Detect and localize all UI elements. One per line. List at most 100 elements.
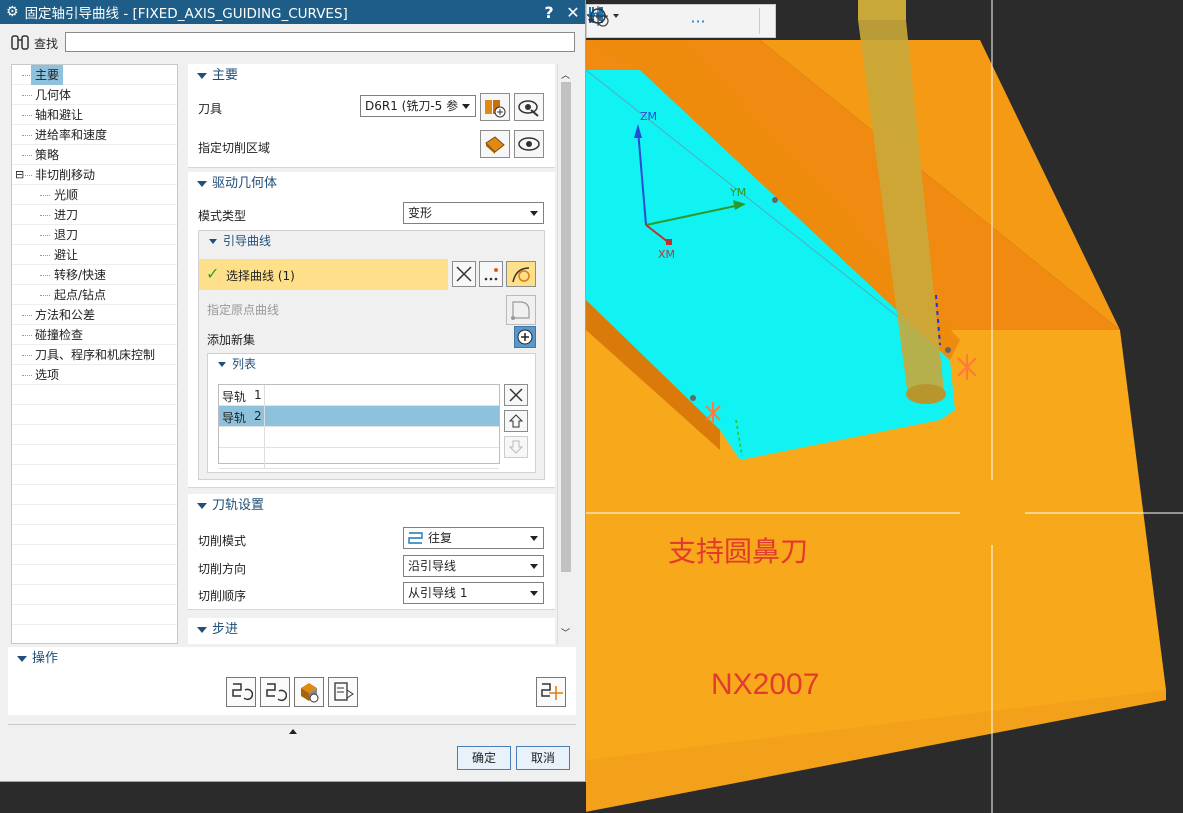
- edit-tool-button[interactable]: [514, 93, 544, 121]
- cancel-button[interactable]: 取消: [516, 746, 570, 770]
- tree-item-label: 选项: [35, 368, 60, 382]
- new-tool-button[interactable]: [480, 93, 510, 121]
- reverse-direction-icon: [456, 266, 472, 282]
- help-button[interactable]: ?: [537, 3, 561, 22]
- section-drive-header[interactable]: 驱动几何体: [188, 172, 555, 196]
- list-header[interactable]: 列表: [208, 354, 535, 374]
- section-operations: 操作: [8, 647, 576, 715]
- tree-empty-row: [12, 545, 177, 565]
- tree-connector: [40, 215, 50, 217]
- generate-icon: [232, 683, 253, 701]
- tree-item[interactable]: 退刀: [12, 225, 177, 245]
- cut-direction-label: 切削方向: [198, 562, 247, 576]
- reverse-direction-button[interactable]: [452, 261, 476, 287]
- tree-item[interactable]: 进给率和速度: [12, 125, 177, 145]
- cut-mode-select[interactable]: 往复: [403, 527, 544, 549]
- close-button[interactable]: ✕: [561, 3, 585, 22]
- check-icon: ✓: [206, 264, 220, 283]
- collapse-up-icon: [289, 729, 297, 734]
- list-output-icon: [334, 682, 354, 701]
- tree-item-label: 转移/快速: [54, 268, 107, 282]
- tree-item-label: 刀具、程序和机床控制: [35, 348, 156, 362]
- list-output-button[interactable]: [328, 677, 358, 707]
- table-row[interactable]: [219, 448, 499, 469]
- specify-cut-area-button[interactable]: [480, 130, 510, 158]
- tree-item[interactable]: 几何体: [12, 85, 177, 105]
- tree-item-label: 碰撞检查: [35, 328, 84, 342]
- tree-empty-row: [12, 405, 177, 425]
- tree-item[interactable]: 转移/快速: [12, 265, 177, 285]
- tree-item[interactable]: 避让: [12, 245, 177, 265]
- move-up-button[interactable]: [504, 410, 528, 432]
- move-down-button[interactable]: [504, 436, 528, 458]
- origin-curve-icon: [511, 301, 530, 320]
- section-stepover: 步进: [188, 618, 555, 644]
- show-cut-area-button[interactable]: [514, 130, 544, 158]
- tree-item[interactable]: ⊟ 非切削移动: [12, 165, 177, 185]
- tree-item[interactable]: 起点/钻点: [12, 285, 177, 305]
- tree-item-label: 方法和公差: [35, 308, 96, 322]
- new-tool-icon: [485, 100, 506, 118]
- find-input[interactable]: [65, 32, 575, 52]
- toolbar-overflow-icon[interactable]: [588, 8, 770, 34]
- tree-item[interactable]: 碰撞检查: [12, 325, 177, 345]
- snap-point-icon[interactable]: [588, 6, 753, 34]
- tree-item[interactable]: 刀具、程序和机床控制: [12, 345, 177, 365]
- customize-icon: [541, 683, 563, 700]
- tree-item[interactable]: 光顺: [12, 185, 177, 205]
- tree-connector: [22, 95, 32, 97]
- cut-direction-select[interactable]: 沿引导线: [403, 555, 544, 577]
- more-options-icon[interactable]: ···: [685, 8, 711, 34]
- verify-icon: [301, 683, 319, 703]
- table-row[interactable]: [219, 427, 499, 448]
- column-divider: [264, 406, 265, 426]
- tree-empty-row: [12, 525, 177, 545]
- tree-item[interactable]: 主要: [12, 65, 177, 85]
- section-path-header[interactable]: 刀轨设置: [188, 494, 555, 518]
- section-stepover-header[interactable]: 步进: [188, 618, 555, 642]
- dialog-title-bar[interactable]: ⚙ 固定轴引导曲线 - [FIXED_AXIS_GUIDING_CURVES] …: [0, 0, 585, 24]
- options-scrollbar[interactable]: ︿ ﹀: [557, 64, 573, 644]
- guide-curve-header[interactable]: 引导曲线: [199, 231, 544, 251]
- table-row[interactable]: 导轨 1: [219, 385, 499, 406]
- tangent-curve-icon[interactable]: [592, 7, 679, 34]
- tool-select[interactable]: D6R1 (铣刀-5 参: [360, 95, 476, 117]
- tree-item[interactable]: 策略: [12, 145, 177, 165]
- tree-item[interactable]: 选项: [12, 365, 177, 385]
- tree-connector: [40, 195, 50, 197]
- customize-button[interactable]: [536, 677, 566, 707]
- intersect-curve-icon[interactable]: [588, 7, 647, 34]
- mode-type-select[interactable]: 变形: [403, 202, 544, 224]
- tree-item[interactable]: 进刀: [12, 205, 177, 225]
- ok-button[interactable]: 确定: [457, 746, 511, 770]
- tree-item-label: 进刀: [54, 208, 79, 222]
- curve-icon: [512, 267, 530, 283]
- select-curve-row[interactable]: ✓ 选择曲线 (1): [199, 259, 448, 290]
- point-dialog-button[interactable]: [479, 261, 503, 287]
- section-operations-header[interactable]: 操作: [8, 647, 576, 671]
- replay-button[interactable]: [260, 677, 290, 707]
- tree-connector: [22, 115, 32, 117]
- scroll-thumb[interactable]: [561, 82, 571, 572]
- collapse-bar[interactable]: [8, 724, 576, 737]
- origin-curve-button[interactable]: [506, 295, 536, 325]
- generate-button[interactable]: [226, 677, 256, 707]
- section-main-header[interactable]: 主要: [188, 64, 555, 88]
- scroll-down-icon[interactable]: ﹀: [561, 626, 570, 639]
- axis-label-xm: XM: [658, 248, 676, 261]
- origin-curve-label: 指定原点曲线: [207, 303, 280, 317]
- add-new-set-button[interactable]: [514, 326, 536, 348]
- tree-connector: [40, 275, 50, 277]
- cut-area-icon: [485, 136, 505, 154]
- cut-order-select[interactable]: 从引导线 1: [403, 582, 544, 604]
- scroll-up-icon[interactable]: ︿: [561, 68, 570, 81]
- tree-item-label: 起点/钻点: [54, 288, 107, 302]
- table-row[interactable]: 导轨 2: [219, 406, 499, 427]
- verify-button[interactable]: [294, 677, 324, 707]
- tool-label: 刀具: [198, 102, 223, 116]
- tree-item[interactable]: 轴和避让: [12, 105, 177, 125]
- tree-item[interactable]: 方法和公差: [12, 305, 177, 325]
- wrench-eye-icon: [518, 100, 539, 117]
- curve-select-button[interactable]: [506, 261, 536, 287]
- remove-button[interactable]: [504, 384, 528, 406]
